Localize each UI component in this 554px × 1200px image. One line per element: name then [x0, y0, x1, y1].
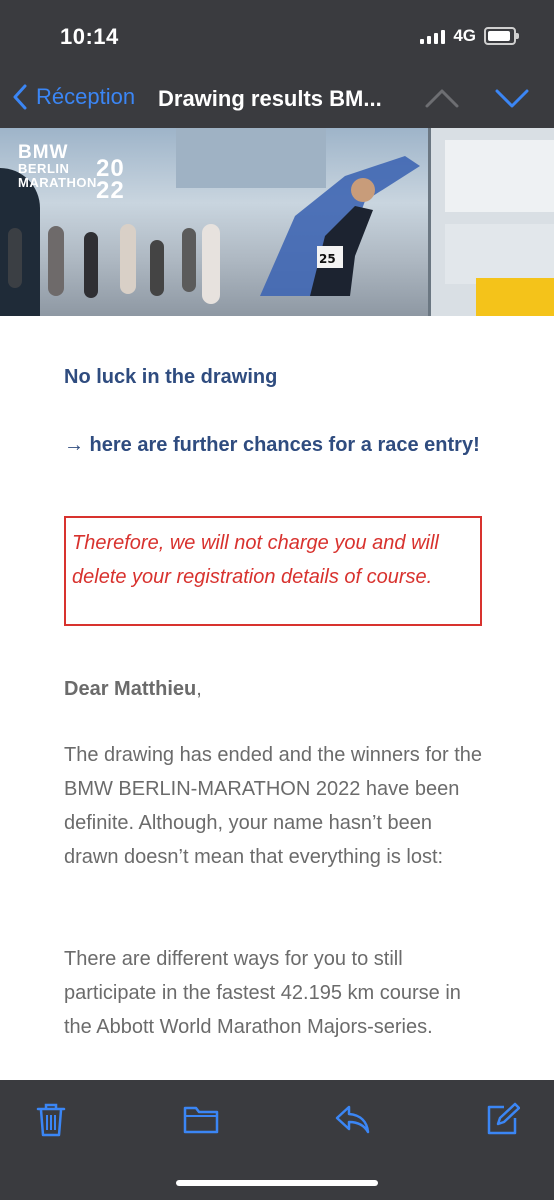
- status-indicators: 4G: [420, 26, 519, 46]
- network-label: 4G: [453, 26, 476, 45]
- marathon-banner-image: 25 BMW BERLIN MARATHON 20 22: [0, 128, 554, 316]
- greeting-comma: ,: [196, 678, 202, 700]
- yellow-sign: [476, 278, 554, 316]
- email-paragraph-2: There are different ways for you to stil…: [64, 948, 461, 1038]
- back-button[interactable]: Réception: [12, 84, 135, 110]
- greeting: Dear Matthieu,: [64, 672, 484, 706]
- svg-text:25: 25: [319, 252, 336, 266]
- home-indicator[interactable]: [176, 1180, 378, 1186]
- email-paragraph-1: The drawing has ended and the winners fo…: [64, 744, 483, 868]
- highlight-box: Therefore, we will not charge you and wi…: [64, 516, 482, 626]
- highlight-text: Therefore, we will not charge you and wi…: [72, 532, 439, 588]
- logo-year: 20 22: [96, 155, 125, 204]
- battery-icon: [484, 27, 519, 45]
- message-subject: Drawing results BM...: [158, 86, 382, 111]
- runner-figure: 25: [260, 156, 420, 296]
- status-time: 10:14: [60, 24, 119, 49]
- chevron-down-icon[interactable]: [494, 86, 530, 110]
- reply-icon[interactable]: [334, 1102, 372, 1136]
- email-heading-no-luck: No luck in the drawing: [64, 366, 278, 388]
- back-label: Réception: [36, 84, 136, 109]
- recipient-name: Dear Matthieu: [64, 678, 197, 700]
- chevron-up-icon[interactable]: [424, 86, 460, 110]
- compose-icon[interactable]: [484, 1102, 520, 1138]
- top-bar: 10:14 4G Réception Drawing results BM...: [0, 0, 554, 128]
- signal-icon: [420, 28, 446, 44]
- bmw-berlin-marathon-logo: BMW BERLIN MARATHON 20 22: [18, 142, 125, 204]
- folder-icon[interactable]: [182, 1102, 220, 1136]
- chevron-left-icon: [13, 84, 27, 110]
- email-heading-further-chances: → here are further chances for a race en…: [64, 434, 480, 456]
- trash-icon[interactable]: [34, 1102, 68, 1138]
